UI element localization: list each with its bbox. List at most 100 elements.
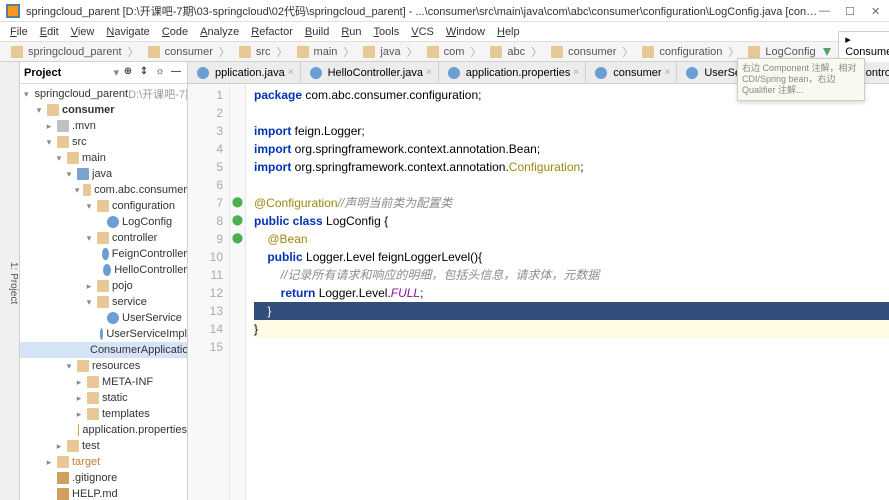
- breadcrumb-item[interactable]: main: [290, 46, 342, 58]
- folder-icon: [47, 104, 59, 116]
- folder-icon: [57, 456, 69, 468]
- breadcrumb-item[interactable]: java: [356, 46, 404, 58]
- tree-node[interactable]: ▸META-INF: [20, 374, 187, 390]
- folder-icon: [748, 46, 760, 58]
- tree-node[interactable]: ▸target: [20, 454, 187, 470]
- tree-node[interactable]: HelloController: [20, 262, 187, 278]
- select-opened-icon[interactable]: ⊕: [121, 66, 135, 80]
- menu-code[interactable]: Code: [156, 24, 194, 40]
- tree-node[interactable]: HELP.md: [20, 486, 187, 500]
- titlebar: springcloud_parent [D:\开课吧-7期\03-springc…: [0, 0, 889, 22]
- tree-node[interactable]: ▾service: [20, 294, 187, 310]
- folder-icon: [239, 46, 251, 58]
- breadcrumb-item[interactable]: configuration: [635, 46, 726, 58]
- folder-icon: [87, 376, 99, 388]
- folder-icon: [67, 440, 79, 452]
- file-icon: [100, 328, 103, 340]
- tree-node[interactable]: ▾controller: [20, 230, 187, 246]
- folder-icon: [83, 184, 91, 196]
- file-icon: [686, 67, 698, 79]
- editor-tab[interactable]: application.properties×: [439, 62, 586, 83]
- close-button[interactable]: ✕: [871, 5, 883, 17]
- settings-icon[interactable]: ☼: [153, 66, 167, 80]
- tree-node[interactable]: ▾resources: [20, 358, 187, 374]
- tree-node[interactable]: LogConfig: [20, 214, 187, 230]
- breadcrumb-item[interactable]: consumer: [544, 46, 620, 58]
- code-editor[interactable]: 123456789101112131415 ⬤⬤⬤ package com.ab…: [188, 84, 889, 500]
- project-tree[interactable]: ▾springcloud_parent D:\开课吧-7期\03-spring▾…: [20, 84, 187, 500]
- tree-node[interactable]: ▾main: [20, 150, 187, 166]
- folder-icon: [148, 46, 160, 58]
- tree-node[interactable]: ▸templates: [20, 406, 187, 422]
- menu-tools[interactable]: Tools: [368, 24, 406, 40]
- menu-window[interactable]: Window: [440, 24, 491, 40]
- editor-tab[interactable]: pplication.java×: [188, 62, 301, 83]
- menu-build[interactable]: Build: [299, 24, 335, 40]
- close-tab-icon[interactable]: ×: [288, 67, 294, 78]
- menu-run[interactable]: Run: [335, 24, 367, 40]
- editor-tab[interactable]: HelloController.java×: [301, 62, 439, 83]
- folder-icon: [97, 296, 109, 308]
- menu-view[interactable]: View: [65, 24, 101, 40]
- folder-icon: [490, 46, 502, 58]
- breadcrumb-item[interactable]: springcloud_parent: [4, 46, 126, 58]
- breadcrumb-separator: 〉: [126, 44, 141, 60]
- tree-node[interactable]: UserService: [20, 310, 187, 326]
- title-text: springcloud_parent [D:\开课吧-7期\03-springc…: [26, 3, 819, 19]
- tree-node[interactable]: UserServiceImpl: [20, 326, 187, 342]
- close-tab-icon[interactable]: ×: [573, 67, 579, 78]
- left-tool-stripe[interactable]: 1: Project7: Structure2: FavoritesWeb: [0, 62, 20, 500]
- hide-icon[interactable]: —: [169, 66, 183, 80]
- close-tab-icon[interactable]: ×: [665, 67, 671, 78]
- breadcrumb-item[interactable]: LogConfig: [741, 46, 819, 58]
- file-icon: [107, 312, 119, 324]
- folder-icon: [642, 46, 654, 58]
- folder-icon: [97, 280, 109, 292]
- line-gutter: 123456789101112131415: [188, 84, 230, 500]
- tree-node[interactable]: ▾configuration: [20, 198, 187, 214]
- breadcrumb-separator: 〉: [275, 44, 290, 60]
- tree-node[interactable]: ▸pojo: [20, 278, 187, 294]
- minimize-button[interactable]: —: [819, 5, 831, 17]
- tree-node[interactable]: application.properties: [20, 422, 187, 438]
- tree-node[interactable]: ▸test: [20, 438, 187, 454]
- menu-file[interactable]: File: [4, 24, 34, 40]
- app-icon: [6, 4, 20, 18]
- folder-icon: [87, 408, 99, 420]
- file-icon: [78, 424, 79, 436]
- collapse-icon[interactable]: ⇕: [137, 66, 151, 80]
- breadcrumb-item[interactable]: com: [420, 46, 469, 58]
- tool-tab[interactable]: 1: Project: [8, 262, 19, 304]
- folder-icon: [97, 200, 109, 212]
- editor-tab[interactable]: consumer×: [586, 62, 677, 83]
- folder-icon: [551, 46, 563, 58]
- inspection-popup[interactable]: 右边 Component 注解，相对 CDI/Spring bean，右边 Qu…: [737, 58, 865, 101]
- menu-refactor[interactable]: Refactor: [245, 24, 299, 40]
- file-icon: [310, 67, 322, 79]
- tree-node[interactable]: ▸.mvn: [20, 118, 187, 134]
- menu-navigate[interactable]: Navigate: [100, 24, 155, 40]
- tree-node[interactable]: FeignController: [20, 246, 187, 262]
- menu-analyze[interactable]: Analyze: [194, 24, 245, 40]
- breadcrumb-item[interactable]: abc: [483, 46, 529, 58]
- menu-vcs[interactable]: VCS: [405, 24, 440, 40]
- tree-node[interactable]: ▸static: [20, 390, 187, 406]
- file-icon: [57, 488, 69, 500]
- tree-node[interactable]: ▾java: [20, 166, 187, 182]
- tree-node[interactable]: .gitignore: [20, 470, 187, 486]
- menu-edit[interactable]: Edit: [34, 24, 65, 40]
- maximize-button[interactable]: ☐: [845, 5, 857, 17]
- menu-help[interactable]: Help: [491, 24, 526, 40]
- file-icon: [197, 67, 209, 79]
- tree-node[interactable]: ▾src: [20, 134, 187, 150]
- tree-node[interactable]: ▾springcloud_parent D:\开课吧-7期\03-spring: [20, 86, 187, 102]
- tree-node[interactable]: ▾com.abc.consumer: [20, 182, 187, 198]
- breadcrumb-item[interactable]: src: [232, 46, 275, 58]
- tree-node[interactable]: ConsumerApplication: [20, 342, 187, 358]
- breadcrumb-item[interactable]: consumer: [141, 46, 217, 58]
- close-tab-icon[interactable]: ×: [426, 67, 432, 78]
- project-panel-title: Project: [24, 67, 61, 79]
- code-content[interactable]: package com.abc.consumer.configuration; …: [246, 84, 889, 500]
- tree-node[interactable]: ▾consumer: [20, 102, 187, 118]
- folder-icon: [11, 46, 23, 58]
